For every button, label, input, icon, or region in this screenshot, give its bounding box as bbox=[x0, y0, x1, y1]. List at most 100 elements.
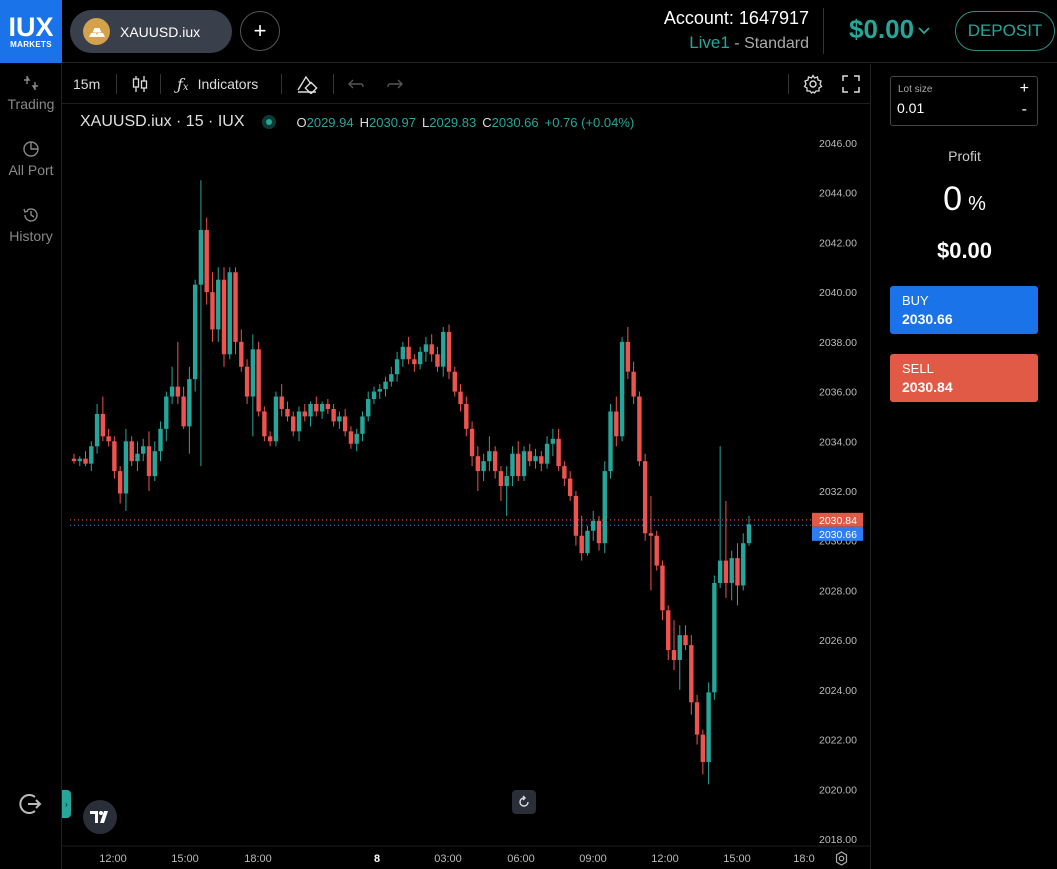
y-axis-tick: 2022.00 bbox=[819, 735, 857, 747]
lot-size-label: Lot size bbox=[898, 84, 933, 95]
profit-label: Profit bbox=[948, 148, 981, 164]
x-axis-tick: 8 bbox=[373, 853, 381, 865]
tradingview-logo-icon[interactable] bbox=[83, 800, 117, 834]
toolbar-divider bbox=[281, 74, 282, 94]
fx-icon: ƒx bbox=[177, 74, 189, 94]
candle-body bbox=[741, 543, 746, 586]
buy-price: 2030.66 bbox=[902, 311, 953, 327]
candle-body bbox=[383, 381, 388, 390]
y-axis-tick: 2044.00 bbox=[819, 188, 857, 200]
candle-body bbox=[302, 411, 307, 417]
templates-icon[interactable] bbox=[296, 64, 318, 104]
redo-icon[interactable] bbox=[387, 64, 403, 104]
candle-body bbox=[348, 431, 354, 444]
y-axis-tick: 2018.00 bbox=[819, 834, 857, 846]
symbol-label: XAUUSD.iux bbox=[120, 23, 201, 40]
candle-body bbox=[187, 379, 192, 427]
candle-body bbox=[556, 438, 561, 467]
candle-body bbox=[273, 396, 279, 442]
lot-size-input[interactable] bbox=[897, 100, 997, 116]
symbol-selector[interactable]: XAUUSD.iux bbox=[70, 10, 232, 53]
candle-body bbox=[498, 471, 504, 487]
balance-dropdown[interactable]: $0.00 bbox=[849, 14, 930, 45]
profit-percent: 0% bbox=[943, 180, 986, 218]
interval-button[interactable]: 15m bbox=[73, 64, 100, 104]
candle-body bbox=[689, 645, 694, 703]
candle-body bbox=[614, 411, 619, 437]
header-divider bbox=[823, 8, 824, 54]
sidebar-item-label: History bbox=[9, 228, 53, 244]
candle-body bbox=[71, 458, 77, 462]
expand-panel-handle[interactable]: › bbox=[62, 790, 71, 818]
indicators-button[interactable]: ƒx Indicators bbox=[177, 64, 258, 104]
fullscreen-icon[interactable] bbox=[842, 64, 860, 104]
candle-body bbox=[314, 404, 319, 412]
deposit-button[interactable]: DEPOSIT bbox=[955, 11, 1055, 51]
candle-body bbox=[325, 404, 331, 409]
candle-body bbox=[637, 396, 642, 462]
add-symbol-button[interactable]: + bbox=[240, 11, 280, 51]
x-axis-tick: 03:00 bbox=[434, 853, 462, 865]
lot-increase-button[interactable]: + bbox=[1020, 80, 1029, 98]
x-axis-tick: 15:00 bbox=[171, 853, 199, 865]
candle-body bbox=[394, 359, 400, 375]
undo-icon[interactable] bbox=[348, 64, 364, 104]
y-axis-tick: 2038.00 bbox=[819, 337, 857, 349]
account-label: Account: bbox=[663, 8, 734, 28]
y-axis-tick: 2028.00 bbox=[819, 585, 857, 597]
candle-body bbox=[204, 230, 209, 293]
candle-body bbox=[562, 466, 567, 479]
candle-body bbox=[423, 344, 429, 352]
candle-body bbox=[360, 416, 365, 434]
sidebar-item-history[interactable]: History bbox=[0, 206, 62, 244]
y-axis-tick: 2046.00 bbox=[819, 138, 857, 150]
candle-body bbox=[285, 408, 290, 417]
candle-body bbox=[417, 351, 423, 365]
candle-body bbox=[244, 366, 250, 397]
pie-chart-icon bbox=[23, 141, 39, 157]
candle-body bbox=[181, 396, 186, 427]
candle-body bbox=[487, 451, 492, 462]
buy-label: BUY bbox=[902, 293, 929, 308]
candle-body bbox=[198, 230, 204, 285]
price-chart[interactable]: 2046.00 2044.00 2042.00 2040.00 2038.00 2036.… bbox=[62, 104, 870, 849]
candle-body bbox=[123, 441, 129, 494]
x-axis-tick: 15:00 bbox=[723, 853, 751, 865]
logout-icon[interactable] bbox=[17, 791, 43, 822]
account-info: Account: 1647917 Live1 - Standard bbox=[664, 8, 809, 53]
sidebar-item-all-port[interactable]: All Port bbox=[0, 140, 62, 178]
candle-body bbox=[723, 560, 729, 583]
reset-chart-icon[interactable] bbox=[512, 790, 536, 814]
candle-style-icon[interactable] bbox=[132, 64, 148, 104]
lot-decrease-button[interactable]: - bbox=[1022, 101, 1027, 119]
candle-body bbox=[146, 446, 152, 477]
x-axis-tick: 12:00 bbox=[651, 853, 679, 865]
candle-body bbox=[441, 331, 446, 367]
candle-body bbox=[550, 438, 556, 444]
candle-body bbox=[233, 272, 238, 342]
candle-body bbox=[152, 451, 157, 477]
candle-body bbox=[458, 391, 463, 404]
candle-body bbox=[654, 535, 659, 566]
chart-toolbar: 15m ƒx Indicators bbox=[62, 64, 870, 104]
candle-body bbox=[735, 558, 740, 586]
axis-settings-icon[interactable] bbox=[834, 851, 849, 869]
buy-button[interactable]: BUY 2030.66 bbox=[890, 286, 1038, 334]
x-axis-tick: 18:00 bbox=[244, 853, 272, 865]
candle-body bbox=[700, 734, 706, 762]
candle-body bbox=[579, 535, 584, 554]
candle-body bbox=[481, 461, 486, 472]
candle-body bbox=[169, 386, 175, 397]
chevron-down-icon bbox=[918, 22, 930, 38]
y-axis-tick: 2032.00 bbox=[819, 486, 857, 498]
gear-icon[interactable] bbox=[803, 64, 823, 104]
sidebar-item-trading[interactable]: Trading bbox=[0, 74, 62, 112]
candle-body bbox=[389, 374, 394, 382]
candle-body bbox=[342, 416, 348, 432]
candle-body bbox=[296, 411, 302, 432]
y-axis-tick: 2020.00 bbox=[819, 784, 857, 796]
sidebar-item-label: Trading bbox=[7, 96, 55, 112]
sell-button[interactable]: SELL 2030.84 bbox=[890, 354, 1038, 402]
iux-logo[interactable]: IUX MARKETS bbox=[0, 0, 62, 63]
candle-body bbox=[331, 408, 336, 422]
